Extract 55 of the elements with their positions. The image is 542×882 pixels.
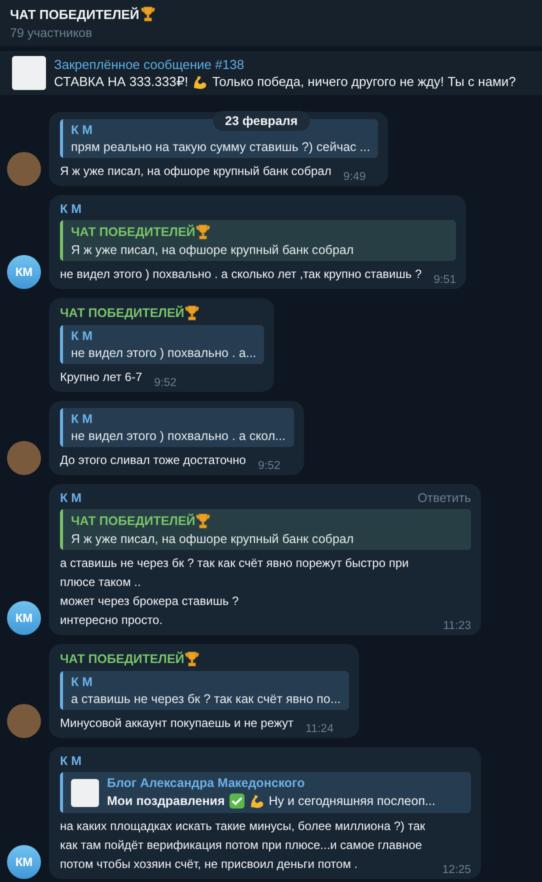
reply-quote[interactable]: ЧАТ ПОБЕДИТЕЛЕЙ Я ж уже писал, на офшоре крупный банк собрал — [60, 220, 456, 261]
message-time: 11:24 — [306, 723, 334, 735]
reply-author: К М — [71, 412, 93, 426]
pinned-title: Закреплённое сообщение #138 — [54, 56, 246, 72]
reply-text: не видел этого ) похвально . а... — [71, 346, 256, 360]
sender-name[interactable]: К М — [60, 754, 82, 768]
reply-text: Мои поздравления — [107, 794, 225, 808]
message-text: До этого сливал тоже достаточно — [60, 452, 246, 469]
sender-name[interactable]: К М — [60, 202, 82, 216]
reply-text: Я ж уже писал, на офшоре крупный банк собрал — [71, 243, 354, 257]
message-text: Крупно лет 6-7 — [60, 369, 142, 386]
reply-text: а ставишь не через бк ? так как счёт явно по... — [71, 692, 341, 706]
message-text: на каких площадках искать такие минусы, более миллиона ?) так как там пойдёт верификация потом при плюсе...и самое главное потом чтобы хозяин счёт, не присвоил деньги потом . — [60, 818, 426, 873]
message-time: 11:23 — [443, 620, 471, 632]
reply-text: Я ж уже писал, на офшоре крупный банк собрал — [71, 532, 354, 546]
reply-author: Блог Александра Македонского — [107, 776, 305, 790]
reply-link[interactable]: Ответить — [418, 491, 471, 505]
pinned-text: СТАВКА НА 333.333₽! — [54, 74, 188, 90]
reply-author: К М — [71, 123, 93, 137]
message-text: а ставишь не через бк ? так как счёт явно порежут быстро при плюсе таком .. может через брокера ставишь ? интересно просто. — [60, 555, 410, 629]
avatar-circle[interactable] — [7, 441, 41, 475]
reply-quote[interactable]: К М а ставишь не через бк ? так как счёт явно по... — [60, 671, 349, 710]
reply-text: прям реально на такую сумму ставишь ?) сейчас ... — [71, 140, 370, 154]
message-time: 12:25 — [442, 864, 471, 876]
flexed-arm-icon — [248, 793, 265, 809]
document-thumbnail — [12, 56, 46, 90]
chat-title: ЧАТ ПОБЕДИТЕЛЕЙ — [10, 6, 140, 22]
message-text: не видел этого ) похвально . а сколько лет ,так крупно ставишь ? — [60, 266, 422, 283]
message-time: 9:52 — [258, 460, 280, 472]
member-count: 79 участников — [10, 26, 94, 40]
reply-author: К М — [71, 329, 93, 343]
message-text: Я ж уже писал, на офшоре крупный банк собрал — [60, 163, 332, 180]
reply-text: не видел этого ) похвально . а скол... — [71, 429, 286, 443]
pinned-message-bar[interactable]: Закреплённое сообщение #138 СТАВКА НА 333.333₽! Только победа, ничего другого не жду! Ты с нами? — [0, 51, 542, 95]
reply-quote[interactable]: ЧАТ ПОБЕДИТЕЛЕЙ Я ж уже писал, на офшоре крупный банк собрал — [60, 509, 471, 550]
avatar-circle[interactable] — [7, 704, 41, 738]
message-time: 9:52 — [154, 377, 177, 389]
reply-author: ЧАТ ПОБЕДИТЕЛЕЙ — [71, 514, 196, 528]
sender-name[interactable]: ЧАТ ПОБЕДИТЕЛЕЙ — [60, 652, 184, 666]
sender-name[interactable]: К М — [60, 491, 82, 505]
reply-quote[interactable]: К М не видел этого ) похвально . а скол... — [60, 408, 294, 447]
message-time: 9:51 — [434, 274, 456, 286]
message-text: Минусовой аккаунт покупаешь и не режут — [60, 715, 294, 732]
sender-name[interactable]: ЧАТ ПОБЕДИТЕЛЕЙ — [60, 306, 184, 320]
reply-author: К М — [71, 675, 93, 689]
flexed-arm-icon — [192, 74, 208, 90]
reply-quote[interactable]: К М не видел этого ) похвально . а... — [60, 325, 264, 364]
avatar-circle[interactable] — [7, 152, 41, 186]
reply-quote[interactable]: Блог Александра Македонского Мои поздравления Ну и сегодняшняя послеоп... — [60, 772, 471, 813]
pinned-text: Только победа, ничего другого не жду! Ты с нами? — [212, 74, 516, 89]
reply-text: Ну и сегодняшняя послеоп... — [268, 794, 436, 808]
check-mark-icon — [228, 793, 245, 809]
date-toast: 23 февраля — [213, 111, 310, 131]
reply-author: ЧАТ ПОБЕДИТЕЛЕЙ — [71, 225, 196, 239]
message-time: 9:49 — [343, 171, 366, 183]
